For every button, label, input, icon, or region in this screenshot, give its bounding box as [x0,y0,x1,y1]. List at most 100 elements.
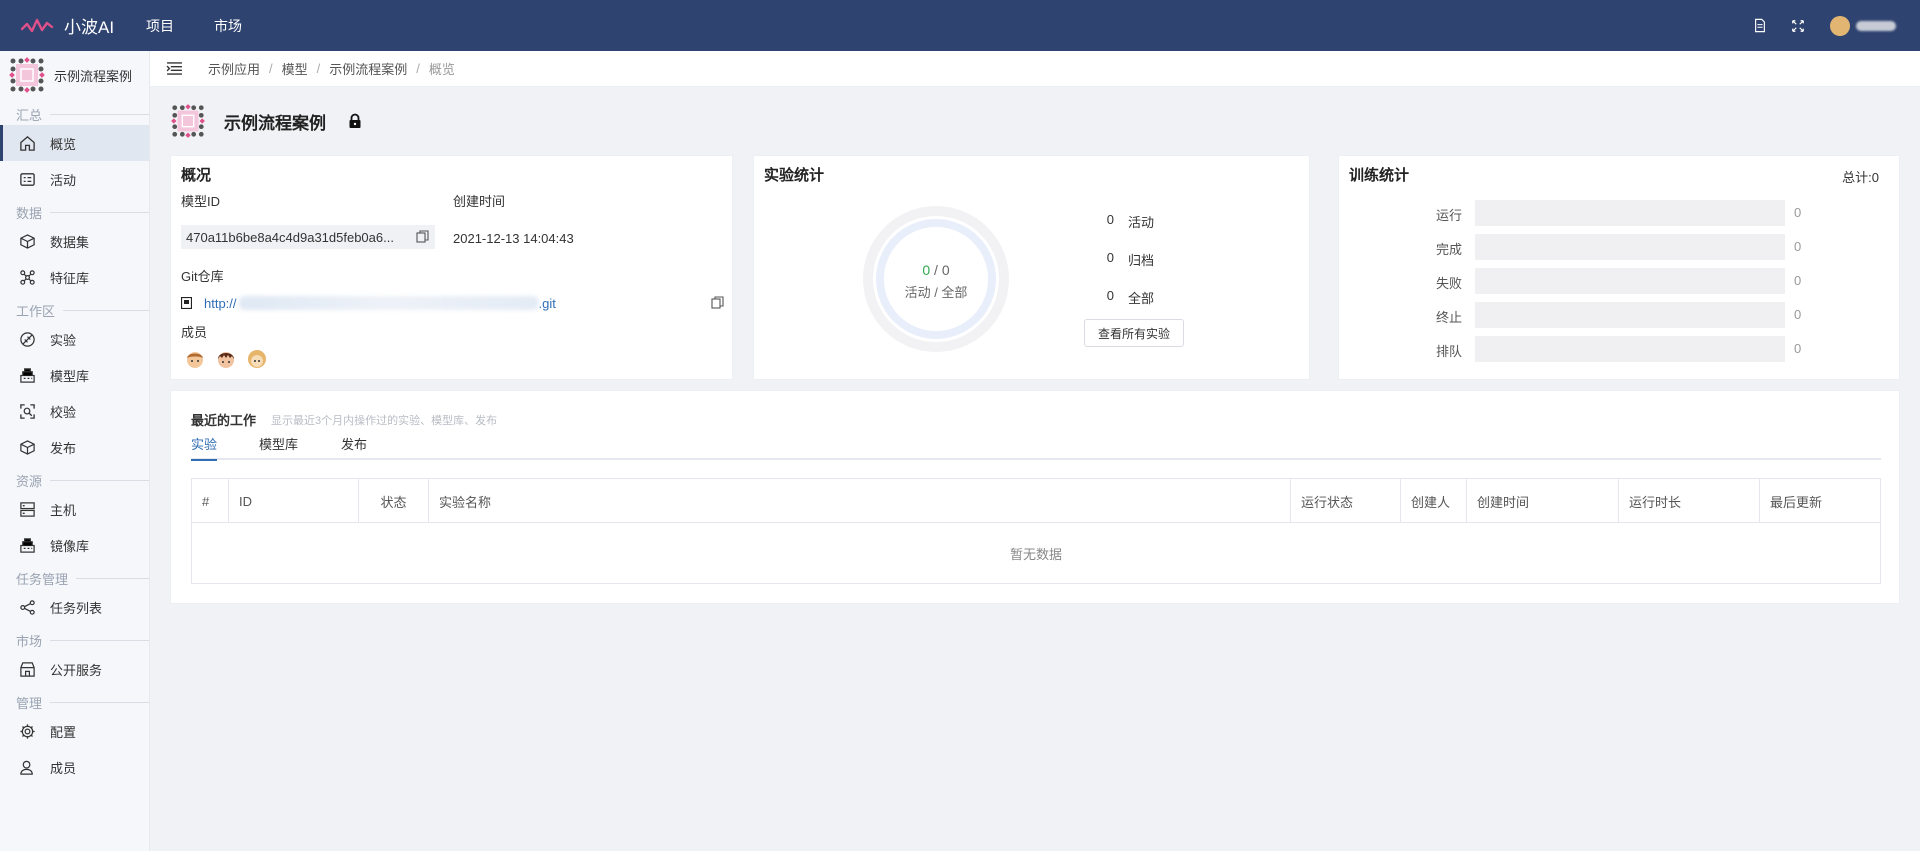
tab-models[interactable]: 模型库 [259,434,298,459]
sidebar-item-tasks[interactable]: 任务列表 [0,589,149,625]
sidebar-item-dataset[interactable]: 数据集 [0,223,149,259]
sidebar-item-activity[interactable]: 活动 [0,161,149,197]
col-creator: 创建人 [1401,479,1467,523]
stat-label: 活动 [1128,215,1155,230]
member-avatar[interactable] [185,349,205,369]
sidebar-item-public-services[interactable]: 公开服务 [0,651,149,687]
breadcrumb: 示例应用 / 模型 / 示例流程案例 / 概览 [150,51,1920,87]
validate-icon [18,402,36,420]
breadcrumb-model[interactable]: 模型 [282,59,308,78]
col-status: 状态 [359,479,429,523]
donut-caption: 活动 / 全部 [904,285,968,300]
member-avatars [185,349,278,369]
recent-description: 显示最近3个月内操作过的实验、模型库、发布 [271,415,498,427]
row-value: 0 [1794,273,1802,288]
donut-ratio: 0 / 0 [861,262,1011,278]
main-content: 示例应用 / 模型 / 示例流程案例 / 概览 示例流程案例 概况 模型ID 创… [150,51,1920,851]
member-avatar[interactable] [216,349,236,369]
document-icon[interactable] [1752,18,1768,34]
sidebar-item-label: 发布 [50,440,77,456]
git-repo-row: http:// .git [181,295,724,311]
stat-all: 0 全部 [1098,288,1154,307]
group-label: 管理 [16,695,43,711]
row-label: 排队 [1435,344,1462,359]
gear-icon [18,722,36,740]
top-bar: 小波AI 项目 市场 [0,0,1920,51]
server-icon [18,500,36,518]
feature-icon [18,268,36,286]
sidebar-item-label: 配置 [50,724,77,740]
created-label: 创建时间 [453,194,506,209]
page-title: 示例流程案例 [224,113,326,133]
sidebar-item-images[interactable]: 镜像库 [0,527,149,563]
experiment-icon [18,330,36,348]
sidebar-item-hosts[interactable]: 主机 [0,491,149,527]
sidebar-item-label: 校验 [50,404,77,420]
stat-value: 0 [1106,250,1114,265]
nav-projects[interactable]: 项目 [146,16,174,36]
sidebar-item-members[interactable]: 成员 [0,749,149,785]
sidebar-project-header[interactable]: 示例流程案例 [0,51,149,99]
training-total: 总计:0 [1842,170,1879,185]
recent-title: 最近的工作 [191,413,257,428]
tab-publish[interactable]: 发布 [341,434,367,459]
breadcrumb-app[interactable]: 示例应用 [208,59,260,78]
sidebar-item-models[interactable]: 模型库 [0,357,149,393]
dataset-icon [18,232,36,250]
copy-icon[interactable] [711,296,724,309]
tab-experiments[interactable]: 实验 [191,434,218,461]
top-right-tools [1730,0,1896,51]
total-count: 0 [941,262,950,278]
ratio-separator: / [930,262,942,278]
sidebar-item-validate[interactable]: 校验 [0,393,149,429]
view-all-experiments-button[interactable]: 查看所有实验 [1084,319,1184,347]
overview-card: 概况 模型ID 创建时间 470a11b6be8a4c4d9a31d5feb0a… [170,155,733,380]
member-avatar[interactable] [247,349,267,369]
group-label: 任务管理 [16,571,69,587]
git-label: Git仓库 [181,269,224,284]
git-url-end[interactable]: .git [539,296,556,311]
git-url-start[interactable]: http:// [204,296,237,311]
publish-icon [18,438,36,456]
user-avatar[interactable] [1830,15,1850,36]
model-id-value: 470a11b6be8a4c4d9a31d5feb0a6... [186,229,394,245]
recent-tabs: 实验 模型库 发布 [191,434,1881,461]
row-label: 终止 [1435,310,1462,325]
nav-market[interactable]: 市场 [214,16,242,36]
created-time: 2021-12-13 14:04:43 [453,231,574,246]
breadcrumb-separator: / [269,61,273,76]
copy-icon[interactable] [416,230,429,243]
brand[interactable]: 小波AI [20,13,146,38]
model-icon [18,366,36,384]
sidebar-item-label: 任务列表 [50,600,103,616]
table-empty-state: 暂无数据 [1009,546,1062,562]
group-label: 资源 [16,473,43,489]
sidebar-item-overview[interactable]: 概览 [0,125,149,161]
training-row-failed: 失败 0 [1339,268,1901,294]
row-value: 0 [1794,239,1802,254]
activity-icon [18,170,36,188]
group-label: 工作区 [16,303,56,319]
group-label: 市场 [16,633,43,649]
breadcrumb-project[interactable]: 示例流程案例 [329,59,407,78]
progress-bar [1475,268,1785,294]
sidebar-item-experiments[interactable]: 实验 [0,321,149,357]
user-name-blurred[interactable] [1856,20,1896,31]
stat-value: 0 [1106,288,1114,303]
menu-fold-icon[interactable] [166,62,186,75]
breadcrumb-separator: / [416,61,420,76]
group-data: 数据 [0,201,149,223]
fullscreen-icon[interactable] [1790,18,1806,34]
sidebar-item-settings[interactable]: 配置 [0,713,149,749]
training-row-queued: 排队 0 [1339,336,1901,362]
training-stats-title: 训练统计 [1349,167,1410,184]
row-label: 运行 [1435,208,1462,223]
progress-bar [1475,336,1785,362]
table-header: # ID 状态 实验名称 运行状态 创建人 创建时间 运行时长 最后更新 [192,479,1880,523]
stat-label: 归档 [1128,253,1155,268]
group-task-management: 任务管理 [0,567,149,589]
group-admin: 管理 [0,691,149,713]
sidebar-item-label: 概览 [50,136,77,152]
sidebar-item-publish[interactable]: 发布 [0,429,149,465]
sidebar-item-features[interactable]: 特征库 [0,259,149,295]
